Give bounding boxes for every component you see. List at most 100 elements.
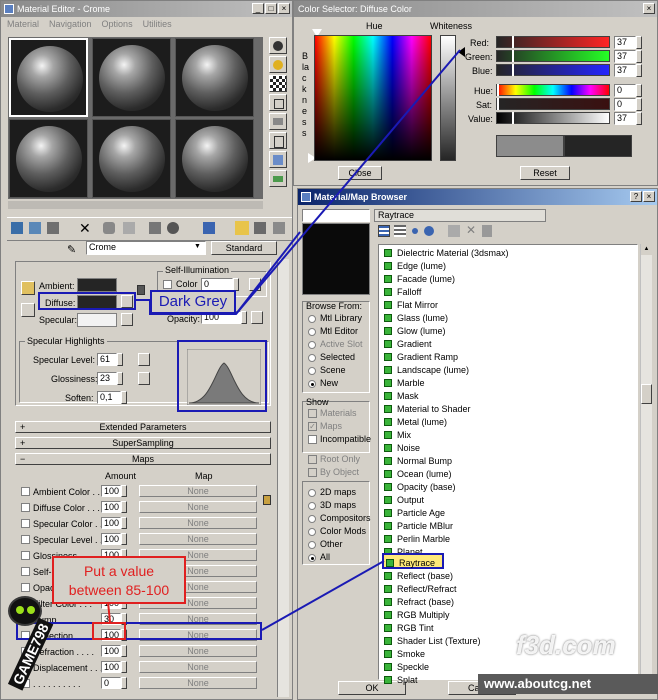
reset-button[interactable]: Reset	[520, 166, 570, 180]
list-item[interactable]: Metal (lume)	[384, 416, 447, 428]
browser-titlebar[interactable]: Material/Map Browser ? ×	[298, 189, 657, 205]
reset-icon[interactable]: ✕	[79, 220, 91, 237]
menu-navigation[interactable]: Navigation	[49, 19, 92, 29]
update-scene-icon[interactable]	[448, 225, 460, 237]
menu-options[interactable]: Options	[102, 19, 133, 29]
pick-material-icon[interactable]: ✎	[67, 243, 76, 256]
list-item[interactable]: Facade (lume)	[384, 273, 455, 285]
map-amount-spinner[interactable]	[121, 533, 127, 545]
sample-slot-2[interactable]	[92, 38, 171, 117]
specular-level-field[interactable]: 61	[97, 353, 117, 366]
close-button[interactable]: Close	[338, 166, 382, 180]
whiteness-bar[interactable]	[440, 35, 456, 161]
opacity-spinner[interactable]	[241, 311, 247, 324]
list-item[interactable]: Glow (lume)	[384, 325, 446, 337]
map-checkbox[interactable]	[21, 567, 30, 576]
options-icon[interactable]	[269, 151, 287, 168]
map-amount-field[interactable]: 100	[101, 661, 121, 673]
sample-slot-1[interactable]	[9, 38, 88, 117]
glossiness-field[interactable]: 23	[97, 372, 117, 385]
ambient-swatch[interactable]	[77, 278, 117, 292]
maximize-button[interactable]: □	[265, 3, 277, 14]
glossiness-spinner[interactable]	[117, 372, 123, 385]
select-by-material-icon[interactable]	[269, 170, 287, 187]
help-button[interactable]: ?	[630, 191, 642, 202]
map-amount-field[interactable]: 100	[101, 501, 121, 513]
close-button[interactable]: ×	[278, 3, 290, 14]
map-amount-spinner[interactable]	[121, 677, 127, 689]
map-checkbox[interactable]	[21, 551, 30, 560]
map-slot-button[interactable]: None	[139, 645, 257, 657]
material-name-field[interactable]: Crome	[86, 241, 206, 255]
assign-material-icon[interactable]	[47, 222, 59, 234]
glossiness-map-button[interactable]	[138, 372, 150, 385]
map-checkbox[interactable]	[21, 535, 30, 544]
list-item[interactable]: Falloff	[384, 286, 421, 298]
lock-icon[interactable]	[263, 495, 271, 505]
make-unique-icon[interactable]	[123, 222, 135, 234]
menu-material[interactable]: Material	[7, 19, 39, 29]
sample-type-icon[interactable]	[269, 37, 287, 54]
browse-active-slot-radio[interactable]	[308, 341, 316, 349]
scroll-thumb[interactable]	[641, 384, 652, 404]
material-type-button[interactable]: Standard	[211, 241, 277, 255]
chevron-down-icon[interactable]: ▼	[194, 243, 201, 250]
value-slider-thumb[interactable]	[512, 112, 514, 124]
specular-map-button[interactable]	[121, 313, 133, 326]
browse-selected-radio[interactable]	[308, 354, 316, 362]
category-all-radio[interactable]	[308, 554, 316, 562]
list-item[interactable]: Noise	[384, 442, 420, 454]
red-value-field[interactable]: 37	[614, 36, 636, 49]
list-item[interactable]: Opacity (base)	[384, 481, 456, 493]
list-item[interactable]: Flat Mirror	[384, 299, 438, 311]
lock-icon[interactable]	[137, 285, 145, 295]
hue-spinner[interactable]	[636, 84, 642, 97]
map-slot-button[interactable]: None	[139, 677, 257, 689]
red-slider-thumb[interactable]	[512, 36, 514, 48]
map-slot-button[interactable]: None	[139, 661, 257, 673]
list-item[interactable]: Landscape (lume)	[384, 364, 469, 376]
hue-blackness-picker[interactable]	[314, 35, 432, 161]
soften-field[interactable]: 0,1	[97, 391, 121, 404]
browse-mtl-library-radio[interactable]	[308, 315, 316, 323]
maps-rollup[interactable]: − Maps	[15, 453, 271, 465]
chevron-up-icon[interactable]: ▲	[641, 244, 652, 255]
browser-search-field[interactable]	[302, 209, 370, 222]
list-item[interactable]: Dielectric Material (3dsmax)	[384, 247, 509, 259]
map-slot-button[interactable]: None	[139, 485, 257, 497]
list-item[interactable]: Mask	[384, 390, 419, 402]
material-id-icon[interactable]	[167, 222, 179, 234]
by-object-checkbox[interactable]	[308, 468, 317, 477]
list-item[interactable]: Speckle	[384, 661, 429, 673]
show-incompatible-checkbox[interactable]	[308, 435, 317, 444]
map-checkbox[interactable]	[21, 503, 30, 512]
make-preview-icon[interactable]	[269, 132, 287, 149]
map-amount-spinner[interactable]	[121, 485, 127, 497]
hue-slider[interactable]	[496, 84, 610, 96]
list-item[interactable]: Refract (base)	[384, 596, 454, 608]
put-to-library-icon[interactable]	[149, 222, 161, 234]
map-slot-button[interactable]: None	[139, 501, 257, 513]
put-to-scene-icon[interactable]	[29, 222, 41, 234]
sat-slider[interactable]	[496, 98, 610, 110]
map-checkbox[interactable]	[21, 487, 30, 496]
backlight-icon[interactable]	[269, 56, 287, 73]
list-item[interactable]: Normal Bump	[384, 455, 452, 467]
list-item[interactable]: Shader List (Texture)	[384, 635, 481, 647]
value-value-field[interactable]: 37	[614, 112, 636, 125]
close-button[interactable]: ×	[643, 3, 655, 14]
map-checkbox[interactable]	[21, 583, 30, 592]
editor-scrollbar[interactable]	[277, 259, 289, 697]
sample-slot-5[interactable]	[92, 119, 171, 198]
whiteness-marker-icon[interactable]	[458, 47, 465, 57]
green-spinner[interactable]	[636, 50, 642, 63]
uv-tiling-icon[interactable]	[269, 94, 287, 111]
list-item[interactable]: Splat	[384, 674, 418, 686]
list-item[interactable]: Particle MBlur	[384, 520, 453, 532]
opacity-map-button[interactable]	[251, 311, 263, 324]
map-list-scrollbar[interactable]: ▲	[640, 244, 652, 680]
map-amount-spinner[interactable]	[121, 645, 127, 657]
category-other-radio[interactable]	[308, 541, 316, 549]
sample-slot-3[interactable]	[175, 38, 254, 117]
hue-slider-thumb[interactable]	[497, 84, 499, 96]
